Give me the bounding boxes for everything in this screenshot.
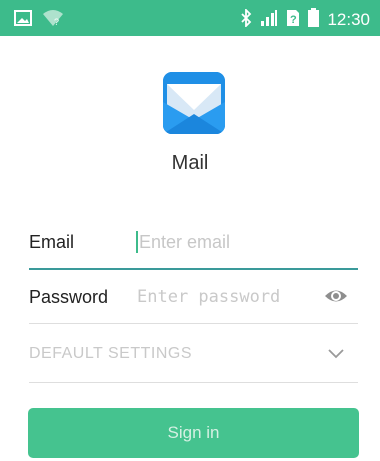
default-settings-label: DEFAULT SETTINGS [29, 345, 192, 362]
app-title: Mail [171, 152, 209, 174]
wifi-question-icon: ? [42, 9, 64, 32]
bluetooth-icon [240, 7, 252, 32]
password-row: Password Enter password [29, 281, 358, 325]
mail-envelope-icon [163, 72, 225, 134]
password-input[interactable]: Enter password [137, 287, 280, 307]
image-icon [14, 10, 32, 31]
eye-icon[interactable] [324, 285, 348, 312]
password-underline [29, 323, 358, 324]
sim-icon: ? [286, 9, 300, 32]
settings-underline [29, 382, 358, 383]
svg-text:?: ? [54, 17, 59, 27]
status-bar: ? ? 12:30 [0, 0, 380, 36]
email-label: Email [29, 232, 75, 252]
clock: 12:30 [327, 10, 370, 29]
sign-in-label: Sign in [167, 423, 220, 442]
sign-in-button[interactable]: Sign in [28, 408, 359, 458]
text-caret [136, 231, 138, 253]
chevron-down-icon [328, 346, 344, 364]
default-settings-row[interactable]: DEFAULT SETTINGS [29, 340, 358, 384]
email-input[interactable]: Enter email [139, 232, 230, 253]
signal-icon [260, 9, 278, 31]
battery-icon [308, 8, 320, 32]
svg-text:?: ? [290, 14, 297, 26]
password-label: Password [29, 287, 109, 307]
email-underline [29, 268, 358, 270]
email-row: Email Enter email [29, 222, 358, 270]
